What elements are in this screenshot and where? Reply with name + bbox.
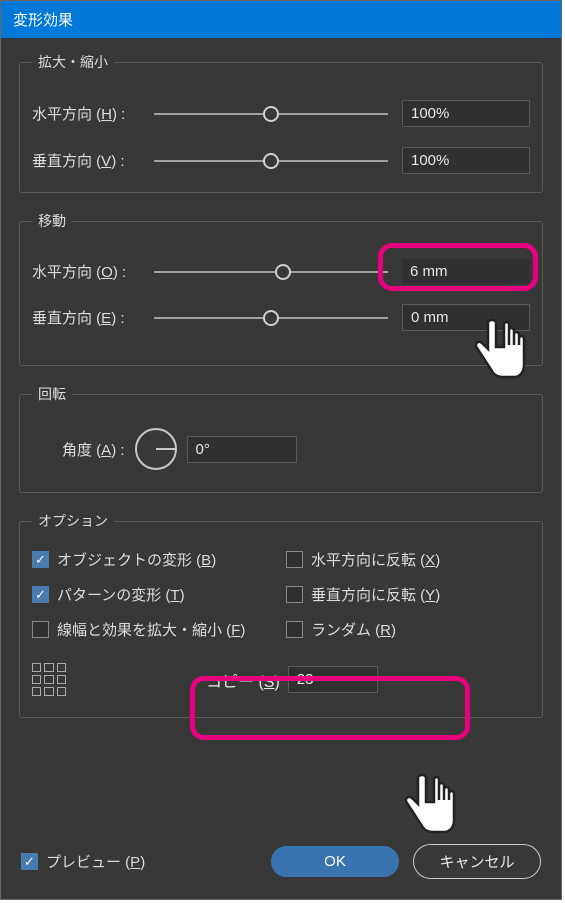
scale-group: 拡大・縮小 水平方向 (H) : 垂直方向 (V) :: [19, 52, 543, 193]
transform-effect-dialog: 変形効果 拡大・縮小 水平方向 (H) : 垂直方向 (V) :: [0, 0, 562, 900]
option-checkbox[interactable]: 水平方向に反転 (X): [286, 549, 530, 570]
options-grid: ✓ オブジェクトの変形 (B) 水平方向に反転 (X) ✓ パターンの変形 (T) 垂直方…: [32, 549, 530, 640]
rotate-angle-input[interactable]: [187, 436, 297, 463]
dialog-title: 変形効果: [13, 12, 73, 29]
option-label: 水平方向に反転 (X): [311, 549, 440, 570]
reference-point-selector[interactable]: [32, 663, 66, 697]
slider-thumb[interactable]: [263, 310, 279, 326]
rotate-row: 角度 (A) :: [62, 428, 530, 470]
option-label: オブジェクトの変形 (B): [57, 549, 216, 570]
rotate-angle-label: 角度 (A) :: [62, 439, 125, 460]
ok-button[interactable]: OK: [271, 846, 399, 877]
scale-h-row: 水平方向 (H) :: [32, 100, 530, 127]
options-group: オプション ✓ オブジェクトの変形 (B) 水平方向に反転 (X) ✓ パターンの変形 …: [19, 511, 543, 718]
move-v-input[interactable]: [402, 304, 530, 331]
move-legend: 移動: [32, 211, 72, 231]
option-checkbox[interactable]: 垂直方向に反転 (Y): [286, 584, 530, 605]
options-legend: オプション: [32, 511, 114, 531]
cancel-button[interactable]: キャンセル: [413, 844, 541, 879]
option-label: 垂直方向に反転 (Y): [311, 584, 440, 605]
option-label: ランダム (R): [311, 619, 396, 640]
slider-thumb[interactable]: [263, 106, 279, 122]
option-label: パターンの変形 (T): [57, 584, 185, 605]
dialog-button-bar: ✓ プレビュー (P) OK キャンセル: [1, 844, 561, 899]
copy-box: コピー (S): [190, 656, 394, 703]
scale-h-slider[interactable]: [154, 102, 388, 126]
move-h-label: 水平方向 (O) :: [32, 261, 140, 282]
dialog-titlebar: 変形効果: [1, 1, 561, 38]
option-checkbox[interactable]: ランダム (R): [286, 619, 530, 640]
option-label: 線幅と効果を拡大・縮小 (F): [57, 619, 245, 640]
scale-v-label: 垂直方向 (V) :: [32, 150, 140, 171]
copy-row: コピー (S): [32, 656, 530, 703]
move-v-row: 垂直方向 (E) :: [32, 304, 530, 331]
checkbox-icon: [286, 621, 303, 638]
move-v-slider[interactable]: [154, 306, 388, 330]
move-group: 移動 水平方向 (O) : 垂直方向 (E) :: [19, 211, 543, 366]
checkbox-icon: ✓: [32, 551, 49, 568]
scale-v-slider[interactable]: [154, 149, 388, 173]
scale-v-row: 垂直方向 (V) :: [32, 147, 530, 174]
option-checkbox[interactable]: 線幅と効果を拡大・縮小 (F): [32, 619, 276, 640]
scale-h-input[interactable]: [402, 100, 530, 127]
checkbox-icon: [286, 586, 303, 603]
scale-v-input[interactable]: [402, 147, 530, 174]
option-checkbox[interactable]: ✓ オブジェクトの変形 (B): [32, 549, 276, 570]
option-checkbox[interactable]: ✓ パターンの変形 (T): [32, 584, 276, 605]
slider-thumb[interactable]: [275, 264, 291, 280]
rotate-group: 回転 角度 (A) :: [19, 384, 543, 493]
rotate-legend: 回転: [32, 384, 72, 404]
copy-input[interactable]: [288, 666, 378, 693]
scale-h-label: 水平方向 (H) :: [32, 103, 140, 124]
move-v-label: 垂直方向 (E) :: [32, 307, 140, 328]
dialog-content: 拡大・縮小 水平方向 (H) : 垂直方向 (V) :: [1, 38, 561, 844]
move-h-input[interactable]: [402, 259, 530, 284]
checkbox-icon: ✓: [21, 853, 38, 870]
preview-label: プレビュー (P): [46, 851, 145, 872]
move-h-row: 水平方向 (O) :: [32, 259, 530, 284]
copy-label: コピー (S): [206, 668, 280, 692]
move-h-slider[interactable]: [154, 260, 388, 284]
checkbox-icon: ✓: [32, 586, 49, 603]
checkbox-icon: [286, 551, 303, 568]
preview-checkbox[interactable]: ✓ プレビュー (P): [21, 851, 145, 872]
scale-legend: 拡大・縮小: [32, 52, 114, 72]
checkbox-icon: [32, 621, 49, 638]
slider-thumb[interactable]: [263, 153, 279, 169]
angle-dial[interactable]: [135, 428, 177, 470]
